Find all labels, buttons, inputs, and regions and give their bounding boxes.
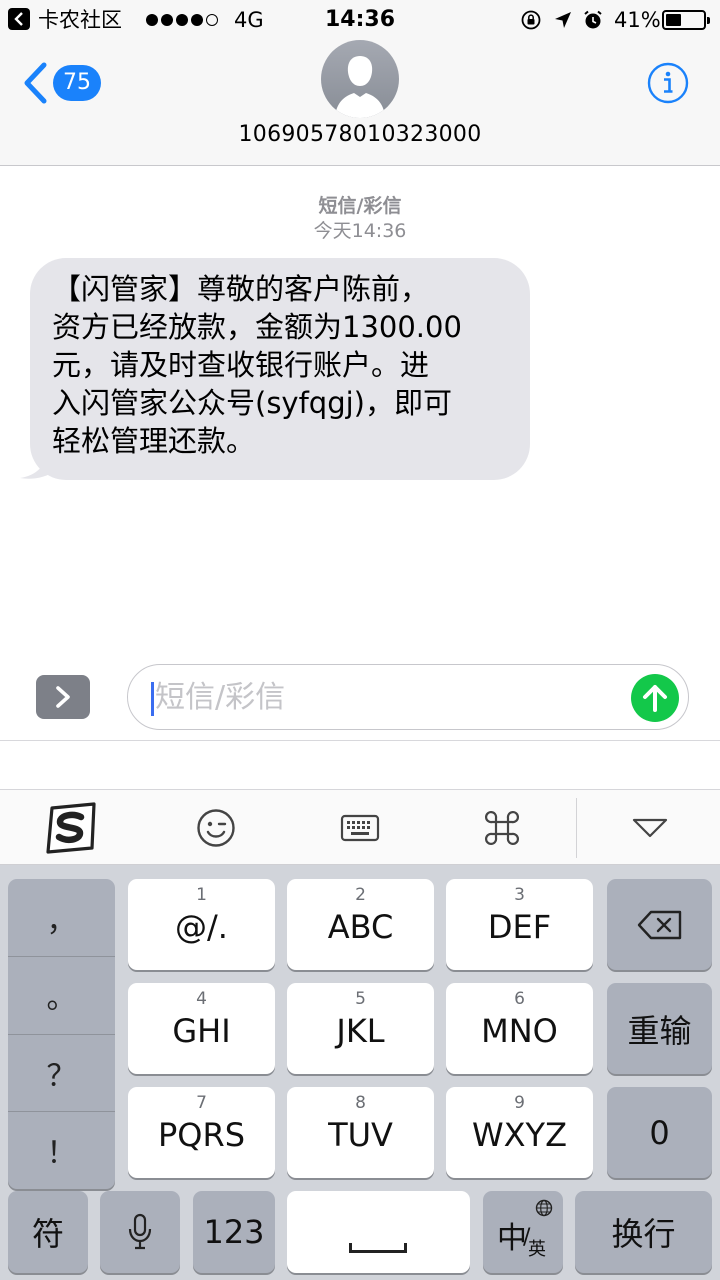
key-digit: 7	[196, 1093, 207, 1113]
hide-keyboard-button[interactable]	[620, 800, 680, 856]
hide-keyboard-icon	[632, 818, 668, 838]
message-input[interactable]: 短信/彩信	[127, 664, 689, 730]
info-icon[interactable]	[647, 62, 689, 104]
message-composer: 短信/彩信	[0, 655, 720, 741]
battery-icon	[662, 10, 710, 30]
key-digit: 2	[355, 885, 366, 905]
numbers-label: 123	[203, 1213, 265, 1251]
space-icon	[349, 1243, 407, 1253]
key-1[interactable]: 1 @/.	[128, 879, 275, 970]
key-digit: 4	[196, 989, 207, 1009]
incoming-message[interactable]: 【闪管家】尊敬的客户陈前， 资方已经放款，金额为1300.00 元，请及时查收银…	[18, 258, 530, 480]
return-key[interactable]: 换行	[575, 1191, 712, 1273]
key-8[interactable]: 8 TUV	[287, 1087, 434, 1178]
key-digit: 9	[514, 1093, 525, 1113]
key-label: JKL	[336, 1012, 385, 1050]
key-0[interactable]: 0	[607, 1087, 712, 1178]
key-label: WXYZ	[471, 1116, 568, 1154]
zero-label: 0	[649, 1113, 670, 1152]
orientation-lock-icon	[521, 10, 541, 30]
punct-comma[interactable]: ，	[8, 879, 115, 956]
message-type-label: 短信/彩信	[318, 195, 402, 217]
status-bar: 卡农社区 4G 14:36 41%	[0, 0, 720, 40]
send-arrow-icon	[643, 685, 667, 712]
key-4[interactable]: 4 GHI	[128, 983, 275, 1074]
ime-toolbar	[0, 789, 720, 865]
sogou-menu-button[interactable]	[40, 800, 102, 856]
person-avatar-icon[interactable]	[321, 40, 399, 118]
battery-percent: 41%	[614, 8, 661, 32]
apps-expand-button[interactable]	[36, 675, 90, 719]
key-label: TUV	[328, 1116, 393, 1154]
send-button[interactable]	[631, 674, 679, 722]
toolbar-divider	[576, 798, 577, 858]
globe-icon	[535, 1199, 553, 1217]
punct-period[interactable]: 。	[8, 956, 115, 1033]
delete-key[interactable]	[607, 879, 712, 970]
location-arrow-icon	[555, 12, 571, 28]
emoji-button[interactable]	[186, 800, 246, 856]
punct-exclamation[interactable]: ！	[8, 1111, 115, 1188]
nine-key-keyboard: ， 。 ？ ！ 1 @/. 2 ABC 3 DEF 4 GHI 5 JKL 6 …	[0, 865, 720, 1280]
message-input-placeholder: 短信/彩信	[155, 680, 286, 715]
key-digit: 8	[355, 1093, 366, 1113]
key-6[interactable]: 6 MNO	[446, 983, 593, 1074]
contact-number[interactable]: 10690578010323000	[0, 122, 720, 147]
message-timestamp: 今天14:36	[313, 220, 407, 242]
retype-key[interactable]: 重输	[607, 983, 712, 1074]
key-label: DEF	[487, 908, 552, 946]
key-label: @/.	[175, 908, 228, 946]
emoji-icon	[197, 809, 235, 847]
key-label: GHI	[172, 1012, 231, 1050]
command-button[interactable]	[472, 800, 532, 856]
retype-label: 重输	[627, 1011, 692, 1050]
unread-count-badge: 75	[53, 65, 101, 101]
key-5[interactable]: 5 JKL	[287, 983, 434, 1074]
key-digit: 1	[196, 885, 207, 905]
conversation-header: 75 10690578010323000	[0, 40, 720, 166]
back-button[interactable]: 75	[18, 60, 108, 106]
key-label: MNO	[481, 1012, 558, 1050]
language-switch-key[interactable]: 中 / 英	[483, 1191, 563, 1273]
space-key[interactable]	[287, 1191, 470, 1273]
chevron-left-icon	[24, 62, 47, 104]
message-bubble: 【闪管家】尊敬的客户陈前， 资方已经放款，金额为1300.00 元，请及时查收银…	[30, 258, 530, 480]
key-digit: 3	[514, 885, 525, 905]
alarm-icon	[584, 10, 602, 29]
key-9[interactable]: 9 WXYZ	[446, 1087, 593, 1178]
symbols-label: 符	[31, 1215, 64, 1253]
numbers-key[interactable]: 123	[193, 1191, 275, 1273]
command-icon	[485, 811, 519, 845]
microphone-icon	[128, 1213, 152, 1250]
backspace-icon	[637, 910, 681, 939]
status-time: 14:36	[324, 7, 396, 32]
chevron-right-icon	[56, 686, 70, 708]
key-3[interactable]: 3 DEF	[446, 879, 593, 970]
key-label: ABC	[327, 908, 394, 946]
key-digit: 5	[355, 989, 366, 1009]
sogou-logo-icon	[46, 802, 96, 854]
voice-input-key[interactable]	[100, 1191, 180, 1273]
key-label: PQRS	[157, 1116, 246, 1154]
key-7[interactable]: 7 PQRS	[128, 1087, 275, 1178]
keyboard-switch-button[interactable]	[330, 800, 390, 856]
return-label: 换行	[611, 1215, 676, 1253]
keyboard-icon	[340, 814, 380, 842]
symbols-key[interactable]: 符	[8, 1191, 88, 1273]
text-caret	[151, 682, 154, 716]
key-digit: 6	[514, 989, 525, 1009]
punctuation-column[interactable]: ， 。 ？ ！	[8, 879, 115, 1189]
lang-en-label: 英	[528, 1239, 546, 1260]
key-2[interactable]: 2 ABC	[287, 879, 434, 970]
punct-question[interactable]: ？	[8, 1034, 115, 1111]
